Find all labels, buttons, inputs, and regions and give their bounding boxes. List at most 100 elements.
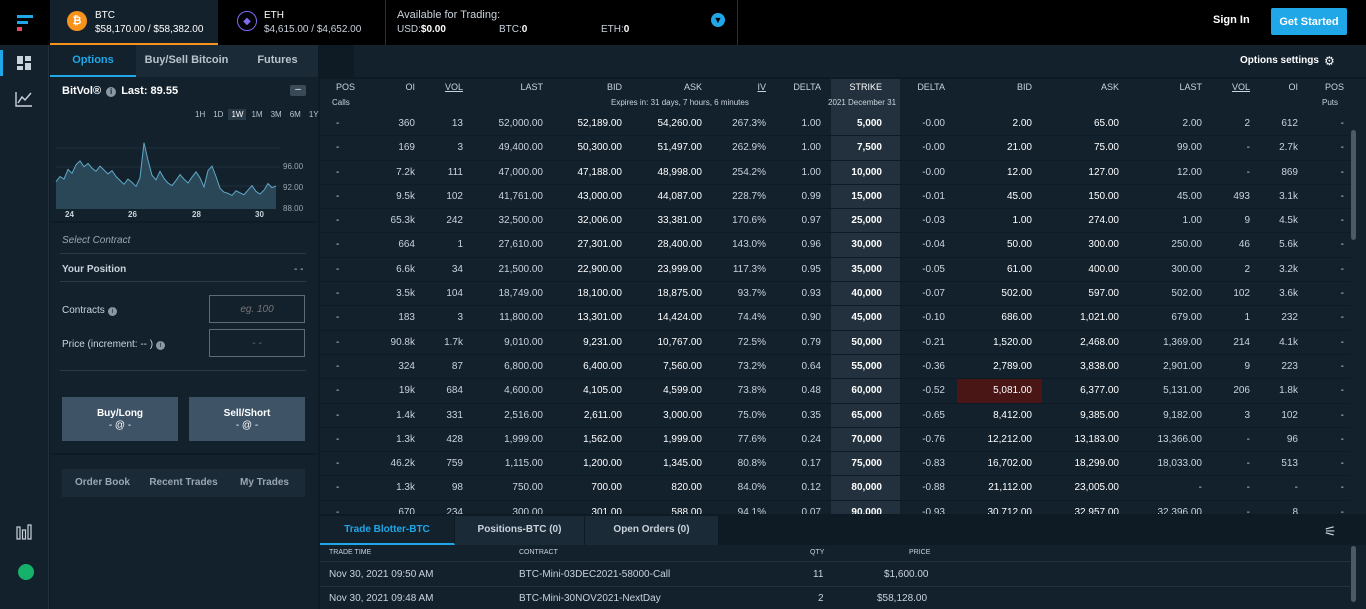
info-icon[interactable]: i xyxy=(156,341,166,350)
range-1h[interactable]: 1H xyxy=(192,109,208,120)
cell-bid[interactable]: 61.00 xyxy=(1007,264,1032,275)
tab-positions[interactable]: Positions-BTC (0) xyxy=(455,516,585,545)
cell-bid[interactable]: 21.00 xyxy=(1007,142,1032,153)
cell-bid[interactable]: 686.00 xyxy=(1001,312,1032,323)
cell-bid[interactable]: 22,900.00 xyxy=(578,264,623,275)
cell-bid[interactable]: 8,412.00 xyxy=(993,410,1032,421)
get-started-button[interactable]: Get Started xyxy=(1271,8,1347,35)
cell-bid[interactable]: 18,100.00 xyxy=(578,288,623,299)
cell-ask[interactable]: 7,560.00 xyxy=(663,361,702,372)
option-row[interactable]: - 1.3k 98 750.00 700.00 820.00 84.0% 0.12 80,000… xyxy=(320,476,1350,501)
ticker-btc[interactable]: ₿ BTC $58,170.00 / $58,382.00 xyxy=(50,0,218,45)
cell-ask[interactable]: 44,087.00 xyxy=(658,191,703,202)
info-icon[interactable]: i xyxy=(106,87,117,97)
line-chart-icon[interactable] xyxy=(12,87,36,111)
cell-bid[interactable]: 30,712.00 xyxy=(988,507,1033,514)
option-row[interactable]: - 670 234 300.00 301.00 588.00 94.1% 0.07 90,000… xyxy=(320,501,1350,514)
cell-ask[interactable]: 32,957.00 xyxy=(1075,507,1120,514)
info-icon[interactable]: i xyxy=(107,307,117,316)
table-scrollbar[interactable] xyxy=(1351,130,1356,240)
cell-ask[interactable]: 23,005.00 xyxy=(1075,482,1120,493)
cell-bid[interactable]: 2,789.00 xyxy=(993,361,1032,372)
col-header-last[interactable]: LAST xyxy=(1179,82,1202,92)
buy-long-button[interactable]: Buy/Long - @ - xyxy=(62,397,178,441)
option-row[interactable]: - 360 13 52,000.00 52,189.00 54,260.00 267.3% 1… xyxy=(320,112,1350,137)
cell-bid[interactable]: 2,611.00 xyxy=(584,410,622,421)
chevron-down-icon[interactable]: ▼ xyxy=(711,13,725,27)
option-row[interactable]: - 1.4k 331 2,516.00 2,611.00 3,000.00 75.0% 0.3… xyxy=(320,404,1350,428)
option-row[interactable]: - 9.5k 102 41,761.00 43,000.00 44,087.00 228.7… xyxy=(320,185,1350,210)
price-input[interactable] xyxy=(209,329,305,357)
option-row[interactable]: - 183 3 11,800.00 13,301.00 14,424.00 74.4% 0.9… xyxy=(320,306,1350,331)
col-header-last[interactable]: LAST xyxy=(520,82,543,92)
cell-ask[interactable]: 75.00 xyxy=(1094,142,1119,153)
cell-ask[interactable]: 1,021.00 xyxy=(1080,312,1119,323)
cell-bid[interactable]: 32,006.00 xyxy=(578,215,623,226)
option-row[interactable]: - 46.2k 759 1,115.00 1,200.00 1,345.00 80.8% 0.… xyxy=(320,452,1350,477)
options-settings-link[interactable]: Options settings xyxy=(1240,55,1319,66)
range-6m[interactable]: 6M xyxy=(287,109,304,120)
cell-ask[interactable]: 9,385.00 xyxy=(1080,410,1119,421)
cell-bid[interactable]: 12.00 xyxy=(1007,167,1032,178)
cell-bid[interactable]: 301.00 xyxy=(591,507,622,514)
cell-bid[interactable]: 1,200.00 xyxy=(583,458,622,469)
cell-ask[interactable]: 127.00 xyxy=(1088,167,1119,178)
cell-bid[interactable]: 6,400.00 xyxy=(583,361,622,372)
cell-bid[interactable]: 5,081.00 xyxy=(993,385,1032,396)
cell-bid[interactable]: 9,231.00 xyxy=(583,337,622,348)
range-1d[interactable]: 1D xyxy=(210,109,226,120)
option-row[interactable]: - 19k 684 4,600.00 4,105.00 4,599.00 73.8% 0.48… xyxy=(320,379,1350,404)
tab-futures[interactable]: Futures xyxy=(237,45,318,77)
range-1w[interactable]: 1W xyxy=(228,109,247,120)
col-header-pos[interactable]: POS xyxy=(336,82,355,92)
cell-ask[interactable]: 3,000.00 xyxy=(663,410,702,421)
collapse-button[interactable]: – xyxy=(290,85,306,96)
col-header-delta[interactable]: DELTA xyxy=(917,82,945,92)
cell-ask[interactable]: 18,875.00 xyxy=(658,288,703,299)
option-row[interactable]: - 3.5k 104 18,749.00 18,100.00 18,875.00 93.7%… xyxy=(320,282,1350,307)
cell-ask[interactable]: 274.00 xyxy=(1088,215,1119,226)
option-row[interactable]: - 6.6k 34 21,500.00 22,900.00 23,999.00 117.3%… xyxy=(320,258,1350,283)
cell-ask[interactable]: 400.00 xyxy=(1088,264,1119,275)
col-header-strike[interactable]: STRIKE xyxy=(849,82,882,92)
cell-bid[interactable]: 502.00 xyxy=(1001,288,1032,299)
col-header-bid[interactable]: BID xyxy=(607,82,622,92)
filter-icon[interactable]: ⚟ xyxy=(1324,523,1337,540)
tab-open-orders[interactable]: Open Orders (0) xyxy=(585,516,719,545)
cell-ask[interactable]: 597.00 xyxy=(1088,288,1119,299)
cell-ask[interactable]: 2,468.00 xyxy=(1080,337,1119,348)
cell-bid[interactable]: 27,301.00 xyxy=(578,239,623,250)
cell-ask[interactable]: 28,400.00 xyxy=(658,239,703,250)
cell-bid[interactable]: 43,000.00 xyxy=(578,191,623,202)
cell-bid[interactable]: 21,112.00 xyxy=(988,482,1032,493)
tab-options[interactable]: Options xyxy=(50,45,136,77)
option-row[interactable]: - 664 1 27,610.00 27,301.00 28,400.00 143.0% 0.… xyxy=(320,233,1350,258)
blotter-scrollbar[interactable] xyxy=(1351,546,1356,602)
tab-buy-sell-bitcoin[interactable]: Buy/Sell Bitcoin xyxy=(136,45,237,77)
ticker-eth[interactable]: ◆ ETH $4,615.00 / $4,652.00 xyxy=(218,0,386,45)
cell-bid[interactable]: 1,520.00 xyxy=(993,337,1032,348)
cell-bid[interactable]: 2.00 xyxy=(1013,118,1032,129)
cell-bid[interactable]: 13,301.00 xyxy=(578,312,623,323)
cell-ask[interactable]: 23,999.00 xyxy=(658,264,703,275)
cell-ask[interactable]: 1,999.00 xyxy=(663,434,702,445)
cell-ask[interactable]: 820.00 xyxy=(671,482,702,493)
tab-order-book[interactable]: Order Book xyxy=(62,469,143,497)
tab-recent-trades[interactable]: Recent Trades xyxy=(143,469,224,497)
available-balance[interactable]: Available for Trading: USD:$0.00 BTC:0 E… xyxy=(386,0,738,45)
option-row[interactable]: - 1.3k 428 1,999.00 1,562.00 1,999.00 77.6% 0.2… xyxy=(320,428,1350,453)
cell-bid[interactable]: 16,702.00 xyxy=(988,458,1033,469)
app-logo[interactable] xyxy=(0,0,49,45)
cell-ask[interactable]: 51,497.00 xyxy=(658,142,703,153)
cell-ask[interactable]: 588.00 xyxy=(671,507,702,514)
trade-contract[interactable]: BTC-Mini-03DEC2021-58000-Call xyxy=(519,569,670,580)
select-contract-label[interactable]: Select Contract xyxy=(62,235,130,246)
range-3m[interactable]: 3M xyxy=(268,109,285,120)
cell-bid[interactable]: 1.00 xyxy=(1013,215,1032,226)
dashboard-icon[interactable] xyxy=(12,51,36,75)
option-row[interactable]: - 65.3k 242 32,500.00 32,006.00 33,381.00 170.… xyxy=(320,209,1350,234)
cell-ask[interactable]: 54,260.00 xyxy=(658,118,703,129)
cell-ask[interactable]: 65.00 xyxy=(1094,118,1119,129)
cell-ask[interactable]: 150.00 xyxy=(1088,191,1119,202)
range-1m[interactable]: 1M xyxy=(248,109,265,120)
